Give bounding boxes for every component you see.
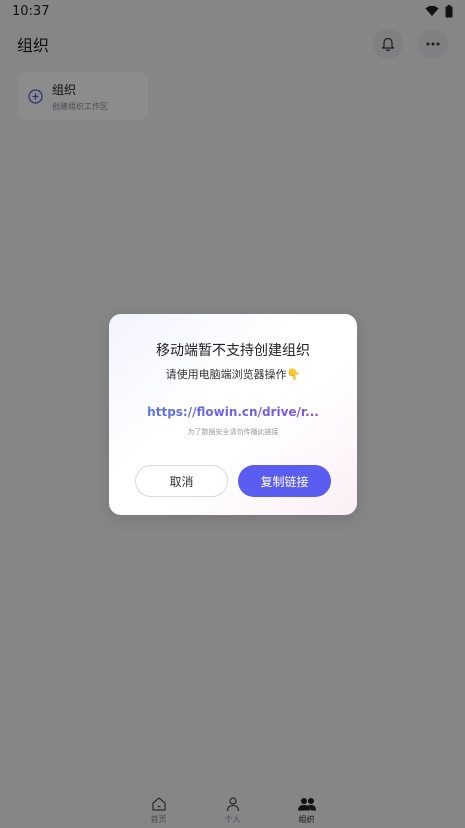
- cancel-button[interactable]: 取消: [135, 465, 228, 497]
- dialog-link[interactable]: https://flowin.cn/drive/r...: [109, 405, 357, 419]
- dialog-note: 为了数据安全请勿传播此链接: [187, 428, 279, 436]
- unsupported-dialog: 移动端暂不支持创建组织 请使用电脑端浏览器操作👇 https://flowin.…: [109, 314, 357, 515]
- dialog-subtitle: 请使用电脑端浏览器操作👇: [165, 368, 301, 381]
- copy-link-button[interactable]: 复制链接: [238, 465, 331, 497]
- dialog-title: 移动端暂不支持创建组织: [156, 343, 310, 359]
